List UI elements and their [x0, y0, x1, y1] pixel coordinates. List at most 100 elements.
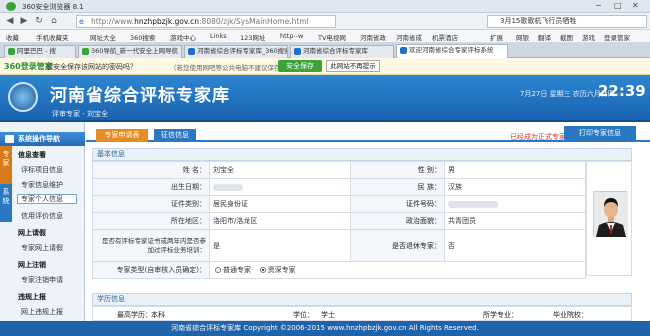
browser-tab-strip: 阿里巴巴 - 搜 360导航_新一代安全上网导航 河南省综合评标专家库_360搜… [0, 43, 650, 58]
url-rest: :8080/zjk/SysMainHome.html [199, 17, 309, 26]
password-save-bar: 360登录管家 想安全保存该网站的密码吗？ （若您使用网吧等公共电脑不建议保存）… [0, 58, 650, 75]
secure-save-button[interactable]: 安全保存 [278, 60, 322, 72]
bookmark-item[interactable]: Links [210, 32, 227, 40]
nav-icon [5, 135, 14, 143]
evalcert-value: 是 [208, 229, 351, 262]
type-radio-normal[interactable] [214, 267, 221, 273]
browser-tab[interactable]: 河南省综合评标专家库_360搜索 [184, 45, 288, 58]
refresh-icon[interactable]: ↻ [33, 15, 45, 27]
edu-school-label: 毕业院校： [553, 311, 588, 319]
bookmark-item[interactable]: TV电视网 [318, 32, 346, 42]
maximize-icon[interactable]: □ [614, 1, 622, 10]
close-window-icon[interactable]: ✕ [632, 1, 639, 10]
url-input[interactable]: e http://www.hnzhpbzjk.gov.cn:8080/zjk/S… [76, 15, 336, 28]
gender-value: 男 [443, 161, 587, 179]
bookmark-item[interactable]: 河南省成 [396, 32, 422, 42]
sidebar-item-maintain[interactable]: 专家信息维护 [21, 180, 63, 190]
tab-application-form[interactable]: 专家申请表 [96, 129, 148, 142]
sidebar-group-title: 信息查看 [18, 151, 46, 159]
bookmark-item[interactable]: 游戏中心 [170, 32, 196, 42]
birth-value-redacted [208, 178, 351, 196]
idno-label: 证件号码： [349, 195, 445, 213]
type-option-normal: 普通专家 [222, 266, 251, 274]
minimize-icon[interactable]: ─ [596, 1, 601, 10]
tab-label: 360导航_新一代安全上网导航 [91, 47, 179, 55]
portrait-image [594, 192, 628, 237]
tab-favicon [8, 48, 15, 55]
tab-credit-info[interactable]: 征信信息 [154, 129, 196, 142]
sidebar-heading-label: 系统操作导航 [18, 135, 60, 143]
evalcert-label: 是否有评标专家证书或两年内是否参加过评标业务培训： [92, 229, 210, 262]
tab-favicon [400, 47, 407, 54]
sidebar-item-cancel[interactable]: 专家注销申请 [21, 275, 63, 285]
bookmark-item[interactable]: 机票酒店 [432, 32, 458, 42]
site-title: 河南省综合评标专家库 [50, 86, 230, 106]
type-radio-senior[interactable] [259, 267, 266, 273]
toolbar-item[interactable]: 翻译 [538, 32, 551, 42]
redaction-mark [447, 200, 498, 208]
politics-label: 政治面貌： [349, 212, 445, 230]
tab-favicon [188, 48, 195, 55]
idtype-value: 居民身份证 [208, 195, 351, 213]
bookmark-item[interactable]: 手机收藏夹 [36, 32, 69, 42]
ethnic-label: 民 族： [349, 178, 445, 196]
toolbar-item[interactable]: 游戏 [582, 32, 595, 42]
idtype-label: 证件类别： [92, 195, 210, 213]
tab-label: 河南省综合评标专家库_360搜索 [197, 47, 288, 55]
header-clock: 22:39 [598, 82, 646, 100]
sidebar-item-personal[interactable]: 专家个人信息 [17, 194, 77, 204]
type-options: 普通专家 资深专家 [208, 261, 587, 279]
browser-tab[interactable]: 360导航_新一代安全上网导航 [78, 45, 182, 58]
retired-label: 是否退休专家： [349, 229, 445, 262]
tab-favicon [82, 48, 89, 55]
vtab-system[interactable]: 系统 [0, 184, 12, 222]
sidebar-item-violation[interactable]: 网上违规上报 [21, 307, 63, 317]
browser-logo-icon [6, 2, 16, 11]
toolbar-item[interactable]: 截图 [560, 32, 573, 42]
site-header: 河南省综合评标专家库 评审专家 - 刘宝全 7月27日 星期三 农历六月廿四 2… [0, 75, 650, 122]
sidebar-item-leave[interactable]: 专家网上请假 [21, 243, 63, 253]
toolbar-item[interactable]: 登录管家 [604, 32, 630, 42]
print-expert-button[interactable]: 打印专家信息 [564, 126, 636, 140]
home-icon[interactable]: ⌂ [48, 15, 60, 27]
bookmark-item[interactable]: http--w [280, 32, 303, 40]
url-prefix: http://www. [91, 17, 135, 26]
bookmark-item[interactable]: 河南省政 [360, 32, 386, 42]
idno-value-redacted [443, 195, 587, 213]
search-input[interactable]: 3月15歌歌机飞行员牺牲 [487, 15, 647, 28]
browser-tab[interactable]: 河南省综合评标专家库 [290, 45, 394, 58]
content-tabs: 专家申请表 征信信息 已经成为正式专家 打印专家信息 [86, 122, 650, 142]
section-education: 学历信息 [92, 293, 632, 306]
name-label: 姓 名： [92, 161, 210, 179]
database-emblem-icon [8, 82, 38, 112]
name-value: 刘宝全 [208, 161, 351, 179]
savebar-question: 想安全保存该网站的密码吗？ [46, 63, 137, 71]
browser-tab[interactable]: 阿里巴巴 - 搜 [4, 45, 76, 58]
edu-major-label: 所学专业： [483, 311, 518, 319]
sidebar-item-credit[interactable]: 信用评价信息 [21, 211, 63, 221]
sidebar-heading: 系统操作导航 [0, 132, 85, 146]
page-icon: e [79, 17, 84, 26]
bookmark-item[interactable]: 网址大全 [90, 32, 116, 42]
current-user: 评审专家 - 刘宝全 [52, 110, 108, 118]
birth-label: 出生日期： [92, 178, 210, 196]
bookmark-item[interactable]: 123网址 [240, 32, 265, 42]
gender-label: 性 别： [349, 161, 445, 179]
browser-title-bar: 360安全浏览器 8.1 ─ □ ✕ [0, 0, 650, 13]
bookmarks-bar: 收藏 手机收藏夹 网址大全 360搜索 游戏中心 Links 123网址 htt… [0, 30, 650, 43]
bookmark-item[interactable]: 收藏 [6, 32, 19, 42]
sidebar-item-projects[interactable]: 评标项目信息 [21, 165, 63, 175]
back-icon[interactable]: ◀ [4, 15, 16, 27]
toolbar-item[interactable]: 网银 [516, 32, 529, 42]
forward-icon[interactable]: ▶ [18, 15, 30, 27]
bookmark-item[interactable]: 360搜索 [130, 32, 155, 42]
tab-label: 河南省综合评标专家库 [303, 47, 368, 55]
region-label: 所在地区： [92, 212, 210, 230]
search-text: 3月15歌歌机飞行员牺牲 [500, 17, 577, 25]
site-footer: 河南省综合评标专家库 Copyright ©2006-2015 www.hnzh… [0, 321, 650, 336]
never-prompt-button[interactable]: 此网站不再提示 [326, 60, 380, 72]
vtab-expert[interactable]: 专家 [0, 146, 12, 184]
toolbar-item[interactable]: 扩展 [490, 32, 503, 42]
browser-tab-active[interactable]: 欢迎河南省综合专家评标系统 [396, 44, 508, 58]
section-basic-info: 基本信息 [92, 148, 632, 161]
